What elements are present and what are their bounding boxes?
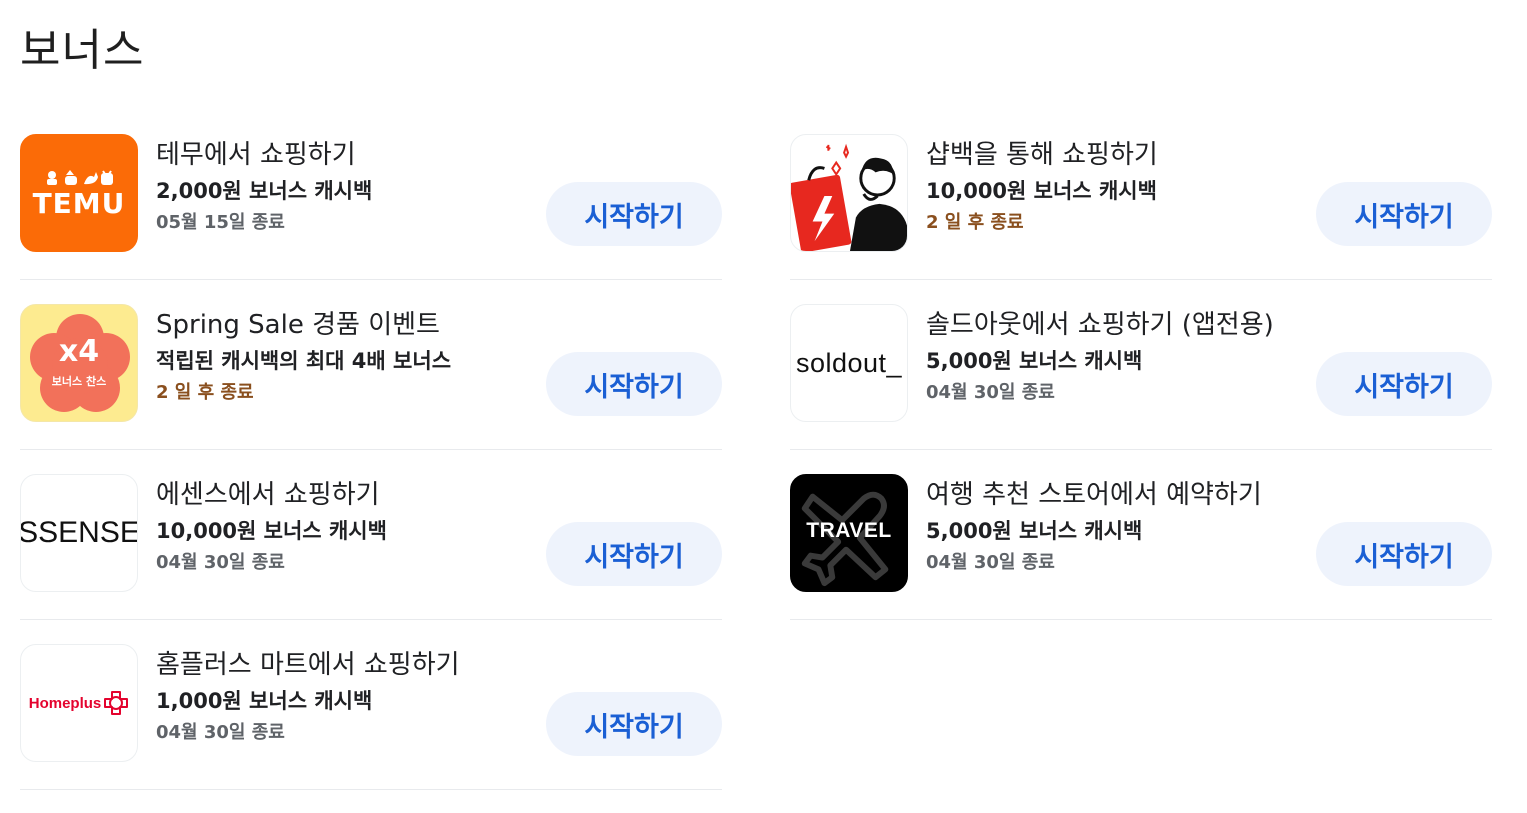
shopback-logo	[790, 134, 908, 252]
bonus-amount: 1,000원 보너스 캐시백	[156, 689, 373, 713]
spring-sale-logo: x4 보너스 찬스	[20, 304, 138, 422]
temu-logo: TEMU	[20, 134, 138, 252]
soldout-logo: soldout_	[790, 304, 908, 422]
bonus-amount: 5,000원 보너스 캐시백	[926, 519, 1143, 543]
bonus-texts: Spring Sale 경품 이벤트 적립된 캐시백의 최대 4배 보너스 2 …	[156, 308, 556, 406]
soldout-wordmark: soldout_	[795, 347, 903, 378]
bonus-title: 솔드아웃에서 쇼핑하기 (앱전용)	[926, 310, 1274, 340]
bonus-texts: 샵백을 통해 쇼핑하기 10,000원 보너스 캐시백 2 일 후 종료	[926, 138, 1326, 236]
bonus-column-right: 샵백을 통해 쇼핑하기 10,000원 보너스 캐시백 2 일 후 종료 시작하…	[790, 110, 1492, 620]
bonus-expiry: 2 일 후 종료	[926, 212, 1024, 233]
bonus-title: Spring Sale 경품 이벤트	[156, 310, 440, 340]
bonus-amount: 5,000원 보너스 캐시백	[926, 349, 1143, 373]
bonus-texts: 홈플러스 마트에서 쇼핑하기 1,000원 보너스 캐시백 04월 30일 종료	[156, 648, 556, 746]
bonus-texts: 에센스에서 쇼핑하기 10,000원 보너스 캐시백 04월 30일 종료	[156, 478, 556, 576]
shopback-shopper-icon	[791, 143, 907, 251]
bonus-amount: 2,000원 보너스 캐시백	[156, 179, 373, 203]
multiplier-label: x4	[58, 334, 100, 369]
start-button[interactable]: 시작하기	[546, 182, 722, 246]
bonus-expiry: 04월 30일 종료	[926, 552, 1055, 573]
bonus-expiry: 04월 30일 종료	[156, 552, 285, 573]
start-button[interactable]: 시작하기	[1316, 522, 1492, 586]
start-button[interactable]: 시작하기	[1316, 182, 1492, 246]
bonus-item-homeplus: Homeplus 홈플러스 마트에서 쇼핑하기 1,000원 보너스 캐시백 0…	[20, 620, 722, 790]
bonus-amount: 적립된 캐시백의 최대 4배 보너스	[156, 349, 452, 373]
bonus-expiry: 04월 30일 종료	[156, 722, 285, 743]
temu-mascots-icon	[47, 170, 113, 185]
bonus-item-spring-sale: x4 보너스 찬스 Spring Sale 경품 이벤트 적립된 캐시백의 최대…	[20, 280, 722, 450]
bonus-item-soldout: soldout_ 솔드아웃에서 쇼핑하기 (앱전용) 5,000원 보너스 캐시…	[790, 280, 1492, 450]
bonus-column-left: TEMU 테무에서 쇼핑하기 2,000원 보너스 캐시백 05월 15일 종료…	[20, 110, 722, 790]
bonus-texts: 솔드아웃에서 쇼핑하기 (앱전용) 5,000원 보너스 캐시백 04월 30일…	[926, 308, 1326, 406]
bonus-item-travel: TRAVEL 여행 추천 스토어에서 예약하기 5,000원 보너스 캐시백 0…	[790, 450, 1492, 620]
bonus-title: 테무에서 쇼핑하기	[156, 140, 356, 170]
ssense-logo: SSENSE	[20, 474, 138, 592]
ssense-wordmark: SSENSE	[20, 516, 138, 549]
bonus-title: 홈플러스 마트에서 쇼핑하기	[156, 650, 460, 680]
homeplus-wordmark: Homeplus	[28, 694, 102, 712]
bonus-expiry: 04월 30일 종료	[926, 382, 1055, 403]
bonus-texts: 테무에서 쇼핑하기 2,000원 보너스 캐시백 05월 15일 종료	[156, 138, 556, 236]
bonus-item-shopback: 샵백을 통해 쇼핑하기 10,000원 보너스 캐시백 2 일 후 종료 시작하…	[790, 110, 1492, 280]
bonus-amount: 10,000원 보너스 캐시백	[926, 179, 1157, 203]
bonus-chance-label: 보너스 찬스	[51, 375, 107, 388]
bonus-item-ssense: SSENSE 에센스에서 쇼핑하기 10,000원 보너스 캐시백 04월 30…	[20, 450, 722, 620]
bonus-item-temu: TEMU 테무에서 쇼핑하기 2,000원 보너스 캐시백 05월 15일 종료…	[20, 110, 722, 280]
start-button[interactable]: 시작하기	[546, 522, 722, 586]
bonus-expiry: 2 일 후 종료	[156, 382, 254, 403]
homeplus-cross-icon	[104, 691, 129, 715]
page-title: 보너스	[20, 25, 145, 76]
travel-logo: TRAVEL	[790, 474, 908, 592]
bonus-title: 여행 추천 스토어에서 예약하기	[926, 480, 1262, 510]
bonus-amount: 10,000원 보너스 캐시백	[156, 519, 387, 543]
travel-wordmark: TRAVEL	[806, 519, 892, 542]
start-button[interactable]: 시작하기	[1316, 352, 1492, 416]
bonus-expiry: 05월 15일 종료	[156, 212, 285, 233]
bonus-title: 샵백을 통해 쇼핑하기	[926, 140, 1158, 170]
start-button[interactable]: 시작하기	[546, 692, 722, 756]
start-button[interactable]: 시작하기	[546, 352, 722, 416]
bonus-title: 에센스에서 쇼핑하기	[156, 480, 380, 510]
bonus-texts: 여행 추천 스토어에서 예약하기 5,000원 보너스 캐시백 04월 30일 …	[926, 478, 1326, 576]
homeplus-logo: Homeplus	[20, 644, 138, 762]
bonus-page: 보너스 TEMU 테무에서 쇼핑하기 2,000원 보너스 캐시백 05월 15…	[0, 0, 1527, 813]
temu-wordmark: TEMU	[32, 187, 126, 220]
